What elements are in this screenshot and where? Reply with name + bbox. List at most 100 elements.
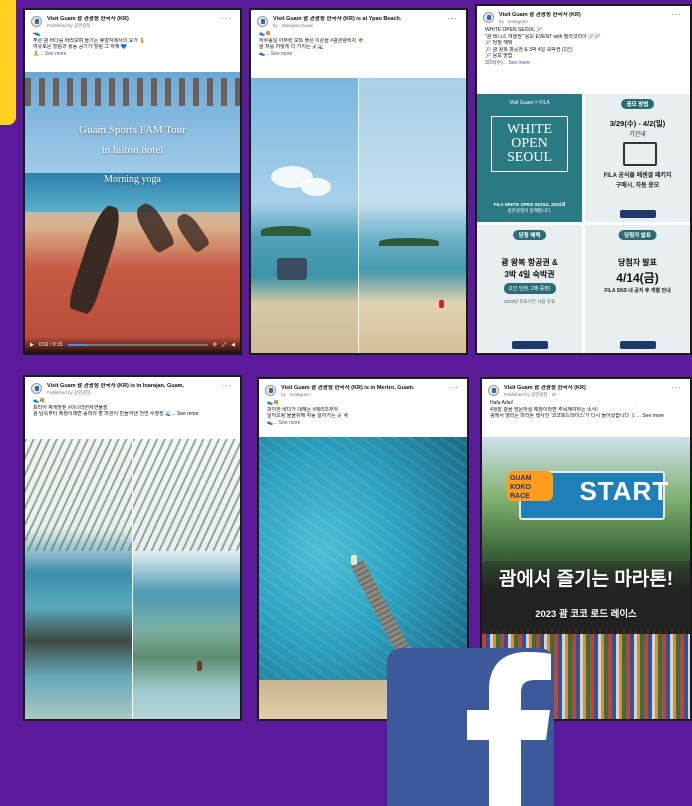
prize-badge: (1인 당첨, 2매 증정) — [503, 283, 556, 294]
fila-logo-bar — [619, 210, 656, 218]
winner-note: FILA SNS 내 공지 후 개별 안내 — [604, 288, 671, 294]
fila-cover-image[interactable]: Visit Guam × FILA WHITE OPEN SEOUL FILA … — [477, 94, 582, 222]
page-avatar[interactable] — [483, 12, 494, 23]
post-line: 괌 남쪽부터 해정이래면 홀려야 할 마관이 만들어낸 천연 수영장 🌊... … — [33, 411, 199, 417]
post-header: Visit Guam 괌 관광청 한국사 (KR) Published by 괌… — [482, 379, 690, 398]
post-card-inarajan[interactable]: Visit Guam 괌 관광청 한국사 (KR) is in Inarajan… — [23, 375, 242, 721]
marathon-subtitle: 2023 괌 코코 로드 레이스 — [535, 609, 637, 621]
post-meta: by · Instagram · — [281, 392, 313, 397]
island-shape — [261, 226, 311, 236]
post-header: Visit Guam 괌 관광청 한국사 (KR) by · Instagram… — [477, 6, 690, 25]
palm-leaves — [25, 439, 133, 551]
play-icon[interactable]: ▶ — [30, 342, 34, 348]
island-shape — [378, 238, 439, 246]
page-avatar[interactable] — [31, 383, 42, 394]
post-text: 👟💐 파이한 바다가 대해는 #메리조부두 일어오랑 물물위해 자동 알아가는 … — [259, 398, 467, 428]
page-name[interactable]: Visit Guam 괌 관광청 한국사 (KR) — [504, 385, 682, 392]
post-meta: Published by 괌관광청 · · — [47, 390, 97, 395]
fila-prize-info[interactable]: 당첨 혜택 괌 왕복 항공권 & 3박 4일 숙박권 (1인 당첨, 2매 증정… — [477, 225, 582, 353]
video-player[interactable]: Guam Sports FAM Tour in hilton hotel Mor… — [25, 72, 240, 353]
video-frame — [25, 72, 240, 353]
cloud-shape — [301, 178, 331, 196]
video-caption-text: Morning yoga — [104, 174, 161, 185]
entry-date: 3/29(수) - 4/2(일) — [609, 119, 666, 128]
prize-note: 2023년 유효기간 사용 유효 — [503, 299, 556, 304]
settings-icon[interactable]: ⚙ — [213, 342, 217, 348]
post-header: Visit Guam 괌 관광청 한국사 (KR) Published by 괌… — [25, 10, 240, 29]
post-text: •👟 푸른 괌 바다를 바라보며 즐기는 휴양지에서의 요가 🧘 여유로운 힐링… — [25, 29, 240, 59]
video-subtitle-text: in hilton hotel — [101, 144, 164, 156]
post-text: 👟💐 하루종일 아무런 보트 좋은 이른을 #괌관광비치 🌴 을 저를 어떻게 … — [251, 29, 466, 59]
volume-icon[interactable]: ◀ — [231, 342, 235, 348]
swimmer — [438, 300, 444, 308]
post-header: Visit Guam 괌 관광청 한국사 (KR) is in Inarajan… — [25, 377, 240, 396]
page-name[interactable]: Visit Guam 괌 관광청 한국사 (KR) is in Inarajan… — [47, 383, 227, 390]
beach-photo-left[interactable] — [251, 78, 359, 353]
page-name[interactable]: Visit Guam 괌 관광청 한국사 (KR) is in Merizo, … — [281, 385, 459, 392]
fila-how-to-enter[interactable]: 응모 방법 3/29(수) - 4/2(일) 기간내 FILA 공식몰 에센셜 … — [585, 94, 690, 222]
video-controls: ▶ 0:02 / 0:15 ⚙ ⤢ ◀ — [25, 337, 240, 353]
fila-logo-bar — [619, 341, 656, 349]
see-more-link[interactable]: 🧘... See more — [33, 51, 232, 58]
beach-photo-right[interactable] — [357, 78, 466, 353]
post-photos[interactable] — [25, 439, 240, 719]
post-header: Visit Guam 괌 관광청 한국사 (KR) is in Merizo, … — [259, 379, 467, 398]
post-card-fila-event[interactable]: Visit Guam 괌 관광청 한국사 (KR) by · Instagram… — [475, 4, 692, 355]
palm-leaves — [132, 439, 240, 551]
fila-logo-bar — [511, 341, 548, 349]
prize-badge-text: (1인 당첨, 2매 증정) — [508, 286, 551, 292]
post-meta: Published by 괌관광청 · 2h · — [504, 392, 560, 397]
pergola-shade — [25, 77, 240, 106]
fila-logo-text: Visit Guam × FILA — [509, 100, 550, 106]
post-card-yoga[interactable]: Visit Guam 괌 관광청 한국사 (KR) Published by 괌… — [23, 8, 242, 355]
person-on-pier — [351, 555, 357, 565]
see-more-link[interactable]: 👟... See more — [267, 420, 459, 427]
post-photos[interactable] — [251, 78, 466, 353]
post-meta: Published by 괌관광청 · · — [47, 23, 97, 28]
video-title-text: Guam Sports FAM Tour — [79, 124, 186, 136]
more-options-icon[interactable]: ··· — [671, 384, 682, 392]
wos-word-2: OPEN — [511, 136, 548, 151]
post-meta: by · Mangilao Guam · — [273, 23, 317, 28]
facebook-logo — [387, 648, 554, 806]
start-text: START — [579, 476, 670, 507]
page-name[interactable]: Visit Guam 괌 관광청 한국사 (KR) — [499, 12, 679, 19]
fila-images[interactable]: Visit Guam × FILA WHITE OPEN SEOUL FILA … — [477, 94, 690, 353]
wos-word-3: SEOUL — [506, 150, 553, 165]
more-options-icon[interactable]: ··· — [671, 11, 682, 19]
page-name[interactable]: Visit Guam 괌 관광청 한국사 (KR) — [47, 16, 227, 23]
page-name[interactable]: Visit Guam 괌 관광청 한국사 (KR) is at Ypao Bea… — [273, 16, 453, 23]
more-options-icon[interactable]: ··· — [221, 382, 232, 390]
see-more-link[interactable]: 3/29(수)... See more — [485, 60, 682, 67]
page-avatar[interactable] — [31, 16, 42, 27]
inarajan-photo-left[interactable] — [25, 439, 133, 719]
video-time: 0:02 / 0:15 — [38, 342, 63, 348]
fila-caption-2: 괌관광청이 함께합니다. — [507, 208, 552, 213]
fila-image-grid: Visit Guam × FILA WHITE OPEN SEOUL FILA … — [477, 94, 690, 353]
see-more-link[interactable]: 👟... See more — [259, 51, 458, 58]
more-options-icon[interactable]: ··· — [447, 15, 458, 23]
post-line: 괌에서 열리는 마라톤 행사인 '코코로드레이스'가 다시 돌아왔습니다 🏃..… — [490, 413, 664, 419]
entry-line-1: FILA 공식몰 에센셜 패키지 — [603, 173, 672, 179]
video-progress-bar[interactable] — [67, 344, 208, 346]
prize-line-1: 괌 왕복 항공권 & — [501, 258, 558, 267]
page-avatar[interactable] — [265, 385, 276, 396]
post-text: WHITE OPEN SEOUL 🎾 "괌 테니스 여행권" 응모 EVENT … — [477, 25, 690, 68]
fila-winner-announcement[interactable]: 당첨자 발표 당첨자 발표 4/14(금) FILA SNS 내 공지 후 개별… — [585, 225, 690, 353]
beach-chairs — [277, 258, 307, 280]
page-avatar[interactable] — [488, 385, 499, 396]
post-card-ypao-beach[interactable]: Visit Guam 괌 관광청 한국사 (KR) is at Ypao Bea… — [249, 8, 468, 355]
inarajan-photo-right[interactable] — [131, 439, 240, 719]
logo-line: RACE — [509, 492, 530, 500]
entry-line-2: 구매시, 자동 응모 — [615, 183, 660, 189]
white-open-seoul-box: WHITE OPEN SEOUL — [491, 116, 568, 172]
page-avatar[interactable] — [257, 16, 268, 27]
fullscreen-icon[interactable]: ⤢ — [222, 342, 226, 348]
more-options-icon[interactable]: ··· — [448, 384, 459, 392]
entry-period: 기간내 — [629, 132, 646, 138]
more-options-icon[interactable]: ··· — [221, 15, 232, 23]
marathon-title: 괌에서 즐기는 마라톤! — [498, 568, 674, 590]
package-icon — [623, 142, 657, 166]
post-meta: by · Instagram · — [499, 19, 531, 24]
section-pill: 당첨 혜택 — [512, 230, 547, 240]
